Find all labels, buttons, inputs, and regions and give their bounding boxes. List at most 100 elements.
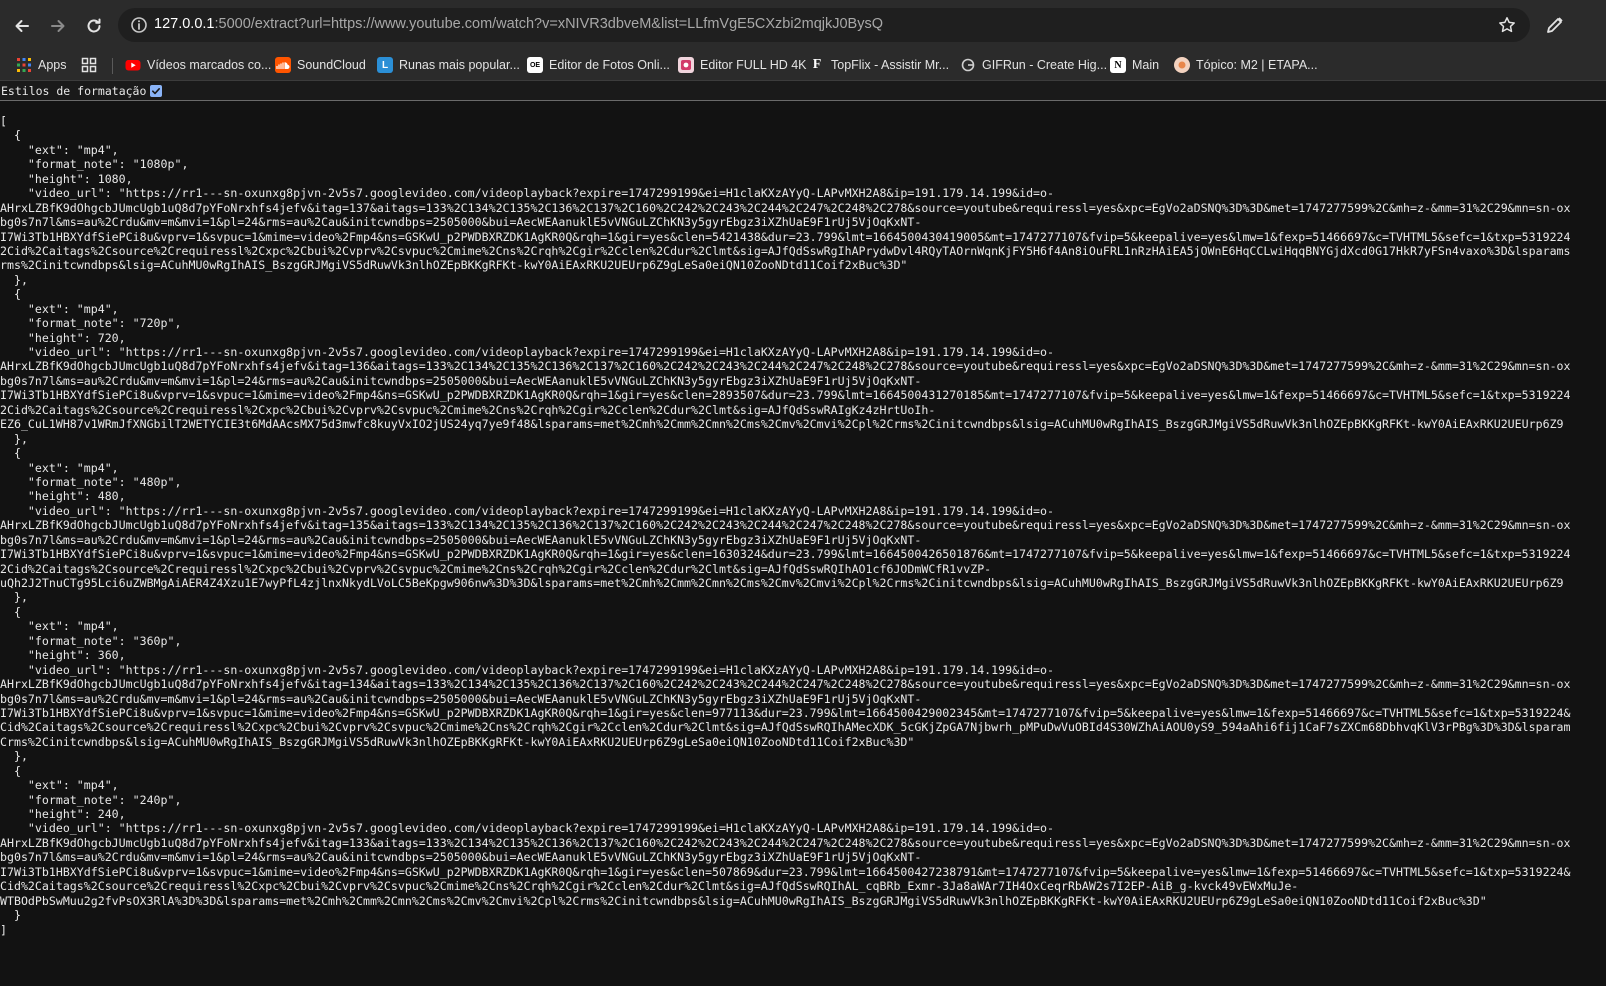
arrow-left-icon [15, 20, 29, 32]
json-line: AHrxLZBfK9dOhgcbJUmcUgb1uQ8d7pYFoNrxhfs4… [0, 677, 1571, 692]
bookmark-label: GIFRun - Create Hig... [982, 58, 1108, 72]
json-line: I7Wi3Tb1HBXYdfSiePCi8u&vprv=1&svpuc=1&mi… [0, 229, 1571, 244]
bookmark-editor-hd[interactable]: Editor FULL HD 4K [678, 54, 807, 76]
star-icon[interactable] [1498, 16, 1516, 34]
json-line: AHrxLZBfK9dOhgcbJUmcUgb1uQ8d7pYFoNrxhfs4… [0, 359, 1571, 374]
json-line: "video_url": "https://rr1---sn-oxunxg8pj… [0, 662, 1054, 677]
pen-icon[interactable] [1544, 14, 1566, 36]
json-line: { [0, 446, 21, 461]
json-line: bg0s7n7l&ms=au%2Crdu&mv=m&mvi=1&pl=24&rm… [0, 532, 922, 547]
bookmark-topflix[interactable]: F TopFlix - Assistir Mr... [809, 54, 949, 76]
browser-toolbar: 127.0.0.1:5000/extract?url=https://www.y… [0, 0, 1606, 50]
json-line: }, [0, 431, 28, 446]
bookmark-soundcloud[interactable]: SoundCloud [275, 54, 366, 76]
json-line: "video_url": "https://rr1---sn-oxunxg8pj… [0, 345, 1054, 359]
json-line: 2Cid%2Caitags%2Csource%2Crequiressl%2Cxp… [0, 402, 936, 417]
json-line: WTBOdPbSwMuu2g2fvPsOX3RlA%3D%3D&lsparams… [0, 893, 1487, 908]
apps-grid-icon [16, 57, 32, 73]
notion-icon: N [1110, 57, 1126, 73]
reload-button[interactable] [80, 12, 108, 40]
bookmarks-bar: Apps Vídeos marcados co... SoundCloud L … [0, 50, 1606, 81]
bookmark-label: TopFlix - Assistir Mr... [831, 58, 950, 72]
bookmark-gifrun[interactable]: GIFRun - Create Hig... [960, 54, 1107, 76]
json-line: "video_url": "https://rr1---sn-oxunxg8pj… [0, 186, 1054, 201]
bookmark-youtube-liked[interactable]: Vídeos marcados co... [125, 54, 271, 76]
bookmark-label: Main [1132, 58, 1160, 72]
json-line: Cid%2Caitags%2Csource%2Crequiressl%2Cxpc… [0, 720, 1571, 735]
info-icon[interactable] [130, 16, 148, 34]
json-line: "height": 360, [0, 648, 126, 663]
json-line: bg0s7n7l&ms=au%2Crdu&mv=m&mvi=1&pl=24&rm… [0, 691, 922, 706]
forward-button[interactable] [44, 12, 72, 40]
bookmark-topico[interactable]: Tópico: M2 | ETAPA... [1174, 54, 1318, 76]
json-line: "format_note": "720p", [0, 316, 182, 331]
pretty-print-bar: Estilos de formatação [0, 81, 1606, 101]
soundcloud-icon [275, 57, 291, 73]
json-line: ] [0, 922, 7, 937]
bookmark-label: Vídeos marcados co... [147, 58, 272, 72]
json-line: I7Wi3Tb1HBXYdfSiePCi8u&vprv=1&svpuc=1&mi… [0, 705, 1571, 720]
json-line: { [0, 128, 21, 143]
photo-editor-icon: OE [527, 57, 543, 73]
json-line: "ext": "mp4", [0, 619, 119, 634]
json-line: rms%2Cinitcwndbps&lsig=ACuhMU0wRgIhAIS_B… [0, 258, 908, 273]
bookmark-label: SoundCloud [297, 58, 366, 72]
bookmark-label: Apps [38, 58, 67, 72]
json-content: [ { "ext": "mp4", "format_note": "1080p"… [0, 114, 1606, 937]
json-line: I7Wi3Tb1HBXYdfSiePCi8u&vprv=1&svpuc=1&mi… [0, 864, 1571, 879]
json-line: EZ6_CuL1WH87v1WRmJfXNGbilT2WETYCIE3t6MdA… [0, 417, 1564, 432]
reload-icon [87, 18, 101, 33]
json-line: 2Cid%2Caitags%2Csource%2Crequiressl%2Cxp… [0, 561, 992, 576]
json-line: { [0, 287, 21, 302]
json-line: I7Wi3Tb1HBXYdfSiePCi8u&vprv=1&svpuc=1&mi… [0, 388, 1571, 403]
topflix-icon: F [812, 57, 822, 72]
bookmark-runas[interactable]: L Runas mais popular... [377, 54, 520, 76]
bookmarks-separator [112, 58, 113, 74]
json-line: "format_note": "480p", [0, 474, 182, 489]
bookmark-main[interactable]: N Main [1110, 54, 1159, 76]
address-bar[interactable]: 127.0.0.1:5000/extract?url=https://www.y… [118, 8, 1530, 42]
pretty-print-checkbox[interactable] [150, 84, 163, 97]
json-line: "ext": "mp4", [0, 301, 119, 316]
pretty-print-label: Estilos de formatação [1, 83, 147, 98]
arrow-right-icon [51, 20, 65, 32]
json-line: }, [0, 272, 28, 287]
topico-icon [1174, 57, 1190, 73]
editor-hd-icon [678, 57, 694, 73]
bookmark-label: Editor de Fotos Onli... [549, 58, 670, 72]
json-line: I7Wi3Tb1HBXYdfSiePCi8u&vprv=1&svpuc=1&mi… [0, 547, 1571, 562]
json-line: }, [0, 590, 28, 605]
url-text[interactable]: 127.0.0.1:5000/extract?url=https://www.y… [154, 16, 883, 32]
url-path: :5000/extract?url=https://www.youtube.co… [214, 16, 883, 32]
json-line: AHrxLZBfK9dOhgcbJUmcUgb1uQ8d7pYFoNrxhfs4… [0, 200, 1571, 215]
l-icon: L [377, 57, 393, 73]
json-line: bg0s7n7l&ms=au%2Crdu&mv=m&mvi=1&pl=24&rm… [0, 850, 922, 865]
youtube-icon [125, 57, 141, 73]
json-line: "ext": "mp4", [0, 460, 119, 475]
tab-groups-button[interactable] [81, 54, 103, 76]
bookmark-apps[interactable]: Apps [16, 54, 67, 76]
json-line: } [0, 908, 21, 923]
json-line: "height": 240, [0, 807, 126, 821]
json-line: bg0s7n7l&ms=au%2Crdu&mv=m&mvi=1&pl=24&rm… [0, 373, 922, 388]
json-line: "format_note": "360p", [0, 633, 182, 648]
json-line: "format_note": "1080p", [0, 157, 189, 172]
json-line: AHrxLZBfK9dOhgcbJUmcUgb1uQ8d7pYFoNrxhfs4… [0, 835, 1571, 850]
json-line: "height": 1080, [0, 171, 133, 186]
bookmark-label: Tópico: M2 | ETAPA... [1196, 58, 1318, 72]
json-viewer-page: Estilos de formatação [ { "ext": "mp4", … [0, 81, 1606, 986]
back-button[interactable] [8, 12, 36, 40]
json-line: uQh2J2TnuCTg95Lci6uZWBMgAiAER4Z4Xzu1E7wy… [0, 576, 1564, 590]
bookmark-photo-editor[interactable]: OE Editor de Fotos Onli... [527, 54, 670, 76]
url-host: 127.0.0.1 [154, 16, 215, 32]
json-line: "ext": "mp4", [0, 142, 119, 157]
json-line: "ext": "mp4", [0, 778, 119, 793]
json-line: Crms%2Cinitcwndbps&lsig=ACuhMU0wRgIhAIS_… [0, 734, 915, 749]
json-line: [ [0, 114, 7, 128]
json-line: Cid%2Caitags%2Csource%2Crequiressl%2Cxpc… [0, 879, 1299, 894]
json-line: bg0s7n7l&ms=au%2Crdu&mv=m&mvi=1&pl=24&rm… [0, 215, 922, 230]
json-line: "height": 720, [0, 330, 126, 345]
json-line: { [0, 604, 21, 619]
bookmark-label: Runas mais popular... [399, 58, 520, 72]
json-line: "format_note": "240p", [0, 792, 182, 807]
